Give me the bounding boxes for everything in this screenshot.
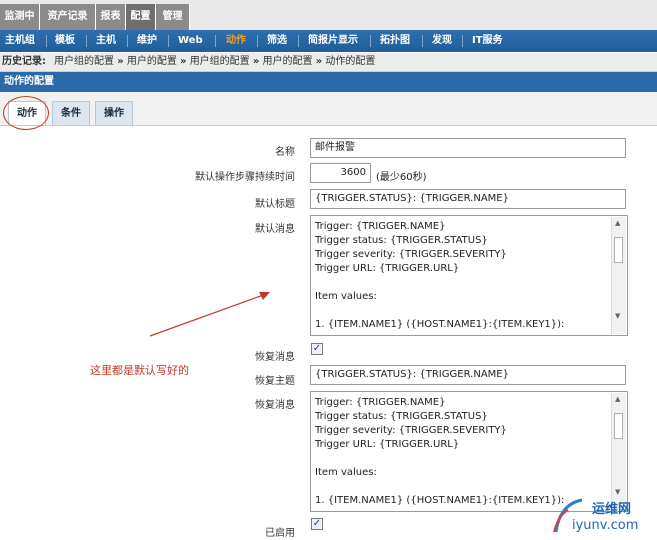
watermark-brand: 运维网 (592, 502, 632, 517)
watermark-logo: 运维网 iyunv.com (548, 496, 654, 536)
watermark-domain: iyunv.com (572, 518, 639, 533)
annotation-arrow (149, 292, 270, 337)
annotation-text: 这里都是默认写好的 (90, 364, 189, 377)
